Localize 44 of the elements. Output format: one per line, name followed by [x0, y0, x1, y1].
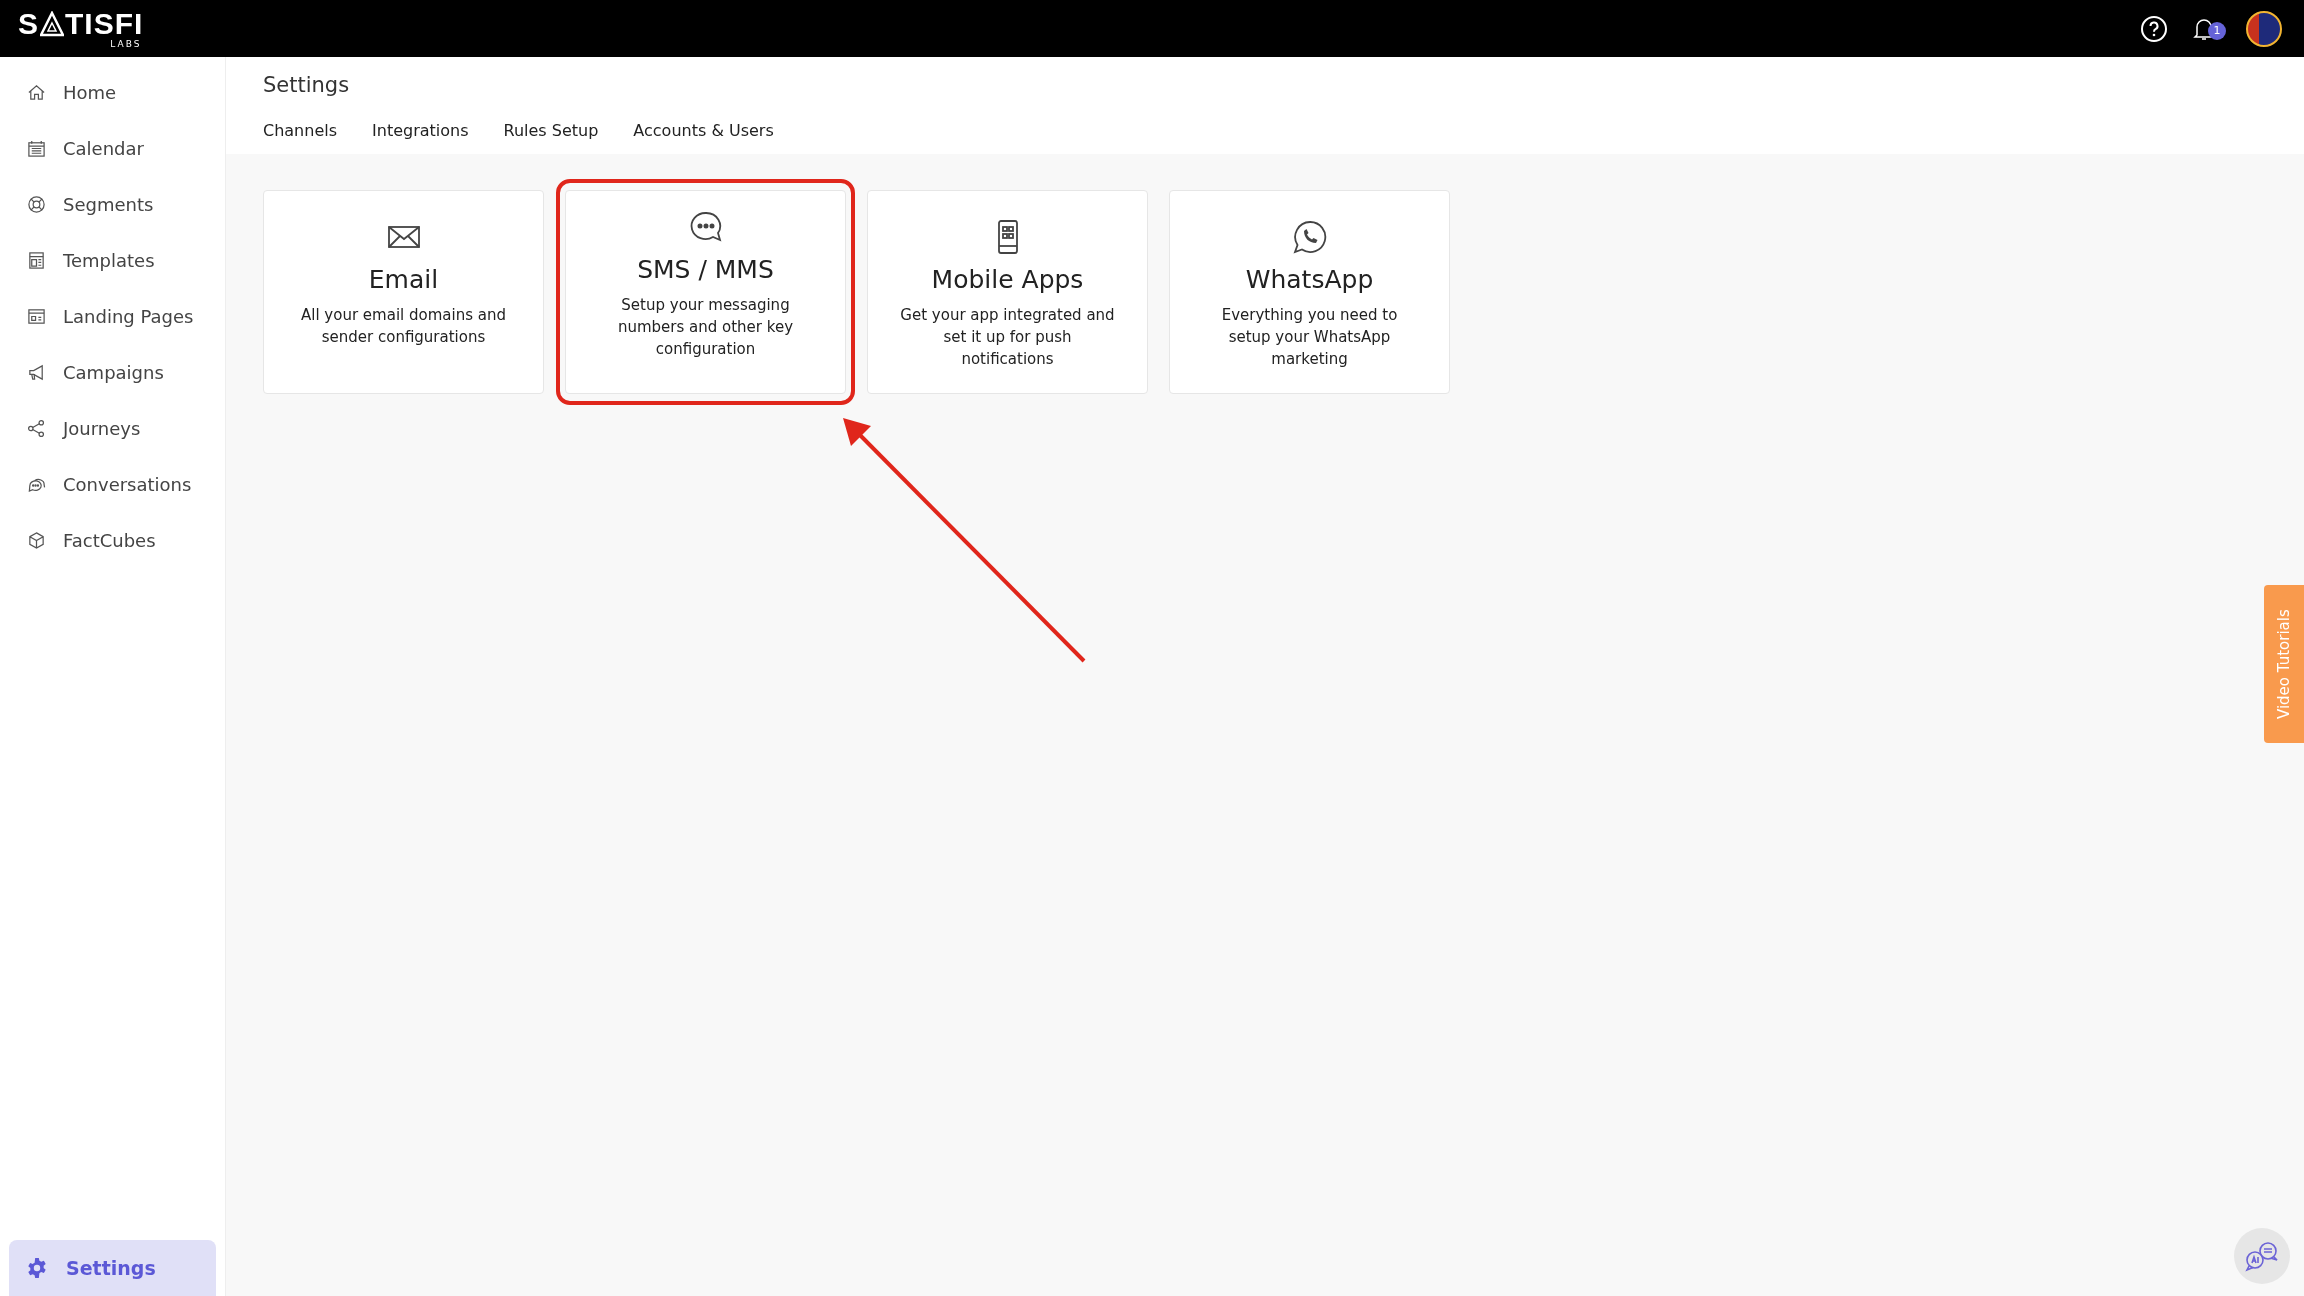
cube-icon — [27, 530, 46, 550]
sidebar-item[interactable]: Journeys — [0, 400, 225, 456]
card-description: Setup your messaging numbers and other key configuration — [616, 295, 795, 360]
channel-card[interactable]: Email All your email domains and sender configurations — [263, 190, 544, 394]
megaphone-icon — [27, 362, 46, 382]
sidebar-item[interactable]: Templates — [0, 232, 225, 288]
settings-icon — [26, 1257, 48, 1279]
help-icon[interactable] — [2140, 14, 2168, 43]
sidebar-item[interactable]: FactCubes — [0, 512, 225, 568]
template-icon — [27, 250, 46, 270]
sidebar-item[interactable]: Campaigns — [0, 344, 225, 400]
notification-badge: 1 — [2208, 21, 2226, 40]
tab[interactable]: Integrations — [372, 121, 469, 140]
channel-card[interactable]: SMS / MMS Setup your messaging numbers and other key configuration — [565, 190, 846, 394]
sidebar-item[interactable]: Segments — [0, 176, 225, 232]
sidebar-item[interactable]: Conversations — [0, 456, 225, 512]
tab[interactable]: Channels — [263, 121, 338, 140]
sidebar-item[interactable]: Home — [0, 64, 225, 120]
share-icon — [27, 418, 46, 438]
chat-bubbles-icon — [2244, 1240, 2280, 1272]
card-title: Email — [368, 265, 439, 294]
avatar[interactable] — [2246, 10, 2282, 47]
card-description: Everything you need to setup your WhatsApp marketing — [1220, 305, 1399, 370]
card-description: Get your app integrated and set it up for push notifications — [899, 305, 1116, 370]
channel-card[interactable]: Mobile Apps Get your app integrated and set it up for push notifications — [867, 190, 1148, 394]
browser-window-icon — [27, 306, 46, 326]
sidebar-item[interactable]: Landing Pages — [0, 288, 225, 344]
logo-text: TISFI — [65, 8, 144, 39]
page-title: Settings — [263, 73, 351, 97]
calendar-icon — [27, 138, 46, 158]
card-title: SMS / MMS — [637, 255, 774, 284]
logo-text: S — [18, 8, 39, 39]
triangle-logo-icon — [40, 10, 64, 37]
tab[interactable]: Accounts & Users — [633, 121, 774, 140]
card-description: All your email domains and sender configurations — [300, 305, 507, 348]
tab[interactable]: Rules Setup — [503, 121, 599, 140]
whatsapp-icon — [1291, 219, 1328, 255]
sidebar-item[interactable]: Calendar — [0, 120, 225, 176]
settings-nav-item[interactable]: Settings — [9, 1240, 216, 1296]
card-title: WhatsApp — [1245, 265, 1374, 294]
logo-subtitle: LABS — [110, 38, 142, 49]
card-title: Mobile Apps — [931, 265, 1084, 294]
channel-card[interactable]: WhatsApp Everything you need to setup your WhatsApp marketing — [1169, 190, 1450, 394]
house-icon — [27, 82, 46, 102]
